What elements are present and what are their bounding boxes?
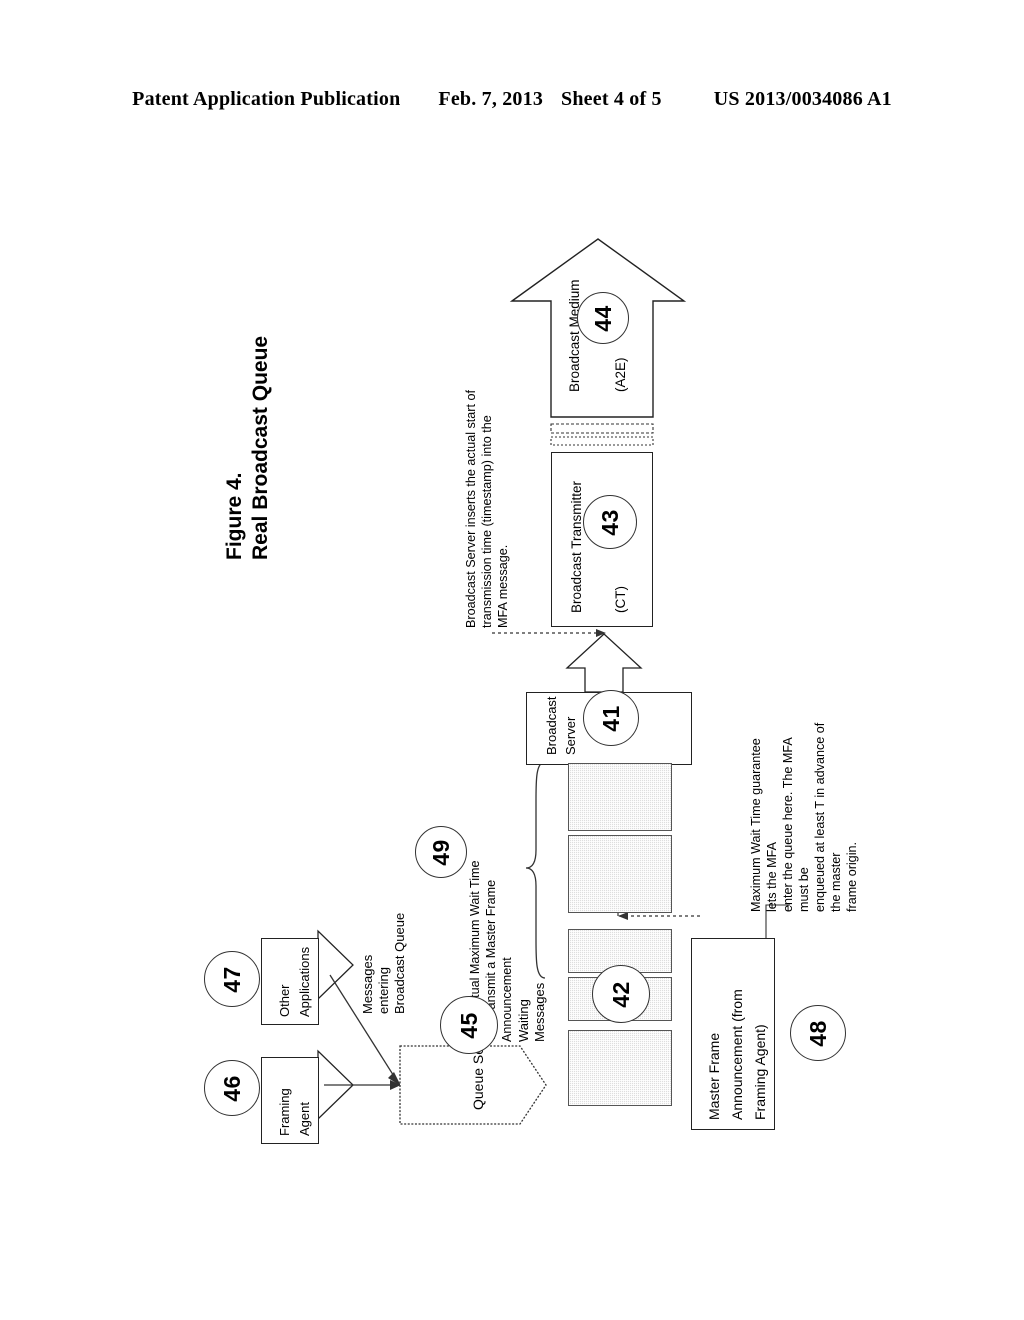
waiting-messages-label: Waiting Messages (516, 922, 548, 1042)
mfa-label-line1: Master Frame (706, 1032, 722, 1120)
wait-time-annotation-line3: Announcement (500, 957, 514, 1042)
other-applications-label-line2: Applications (297, 946, 312, 1017)
ref-circle-41: 41 (583, 690, 639, 746)
messages-entering-line2: entering (376, 967, 391, 1014)
framing-agent-label-line2: Agent (297, 1102, 312, 1136)
broadcast-medium-label-line1: Broadcast Medium (567, 279, 582, 392)
mfa-label-line3: Framing Agent) (752, 1024, 768, 1120)
queue-message-block-2 (568, 835, 672, 913)
ref-circle-42: 42 (592, 965, 650, 1023)
timestamp-annotation-line2: transmission time (timestamp) into the (480, 415, 494, 628)
medium-gap-bar-2 (550, 436, 654, 446)
ref-circle-44: 44 (577, 292, 629, 344)
queue-message-block-1 (568, 763, 672, 831)
broadcast-transmitter-label-line2: (CT) (613, 586, 628, 613)
mfa-enqueue-line1: Maximum Wait Time guarantee lets the MFA (749, 738, 779, 912)
broadcast-medium-label-line2: (A2E) (613, 357, 628, 392)
mfa-enqueue-line2: enter the queue here. The MFA must be (781, 737, 811, 912)
ref-circle-47: 47 (204, 951, 260, 1007)
timestamp-annotation-line3: MFA message. (496, 544, 510, 628)
mfa-enqueue-line4: frame origin. (845, 842, 859, 912)
broadcast-transmitter-label-line1: Broadcast Transmitter (569, 480, 584, 613)
mfa-leader-arrowhead (618, 912, 628, 920)
medium-gap-bar-1 (550, 423, 654, 434)
broadcast-server-label-line2: Server (563, 716, 578, 755)
waiting-messages-line2: Messages (532, 982, 547, 1042)
diagram-linework (299, 238, 790, 1125)
timestamp-annotation: Broadcast Server inserts the actual star… (463, 378, 511, 628)
messages-entering-line1: Messages (360, 954, 375, 1014)
patent-figure-page: Patent Application Publication Feb. 7, 2… (0, 0, 1024, 1320)
waiting-messages-line1: Waiting (516, 999, 531, 1042)
mfa-enqueue-line3: enqueued at least T in advance of the ma… (813, 722, 843, 912)
ref-circle-46: 46 (204, 1060, 260, 1116)
broadcast-server-label-line1: Broadcast (544, 696, 559, 755)
framing-agent-label-line1: Framing (277, 1088, 292, 1136)
ref-circle-49: 49 (415, 826, 467, 878)
ref-circle-43: 43 (583, 495, 637, 549)
queue-message-block-4 (568, 1030, 672, 1106)
messages-entering-label: Messages entering Broadcast Queue (360, 864, 408, 1014)
ref-circle-48: 48 (790, 1005, 846, 1061)
mfa-enqueue-annotation: Maximum Wait Time guarantee lets the MFA… (748, 717, 860, 912)
timestamp-annotation-line1: Broadcast Server inserts the actual star… (464, 390, 478, 628)
messages-entering-line3: Broadcast Queue (392, 912, 407, 1014)
server-to-transmitter-arrow-icon (565, 633, 643, 693)
ref-circle-45: 45 (440, 996, 498, 1054)
other-applications-label-line1: Other (277, 984, 292, 1017)
mfa-label-line2: Announcement (from (729, 989, 745, 1120)
